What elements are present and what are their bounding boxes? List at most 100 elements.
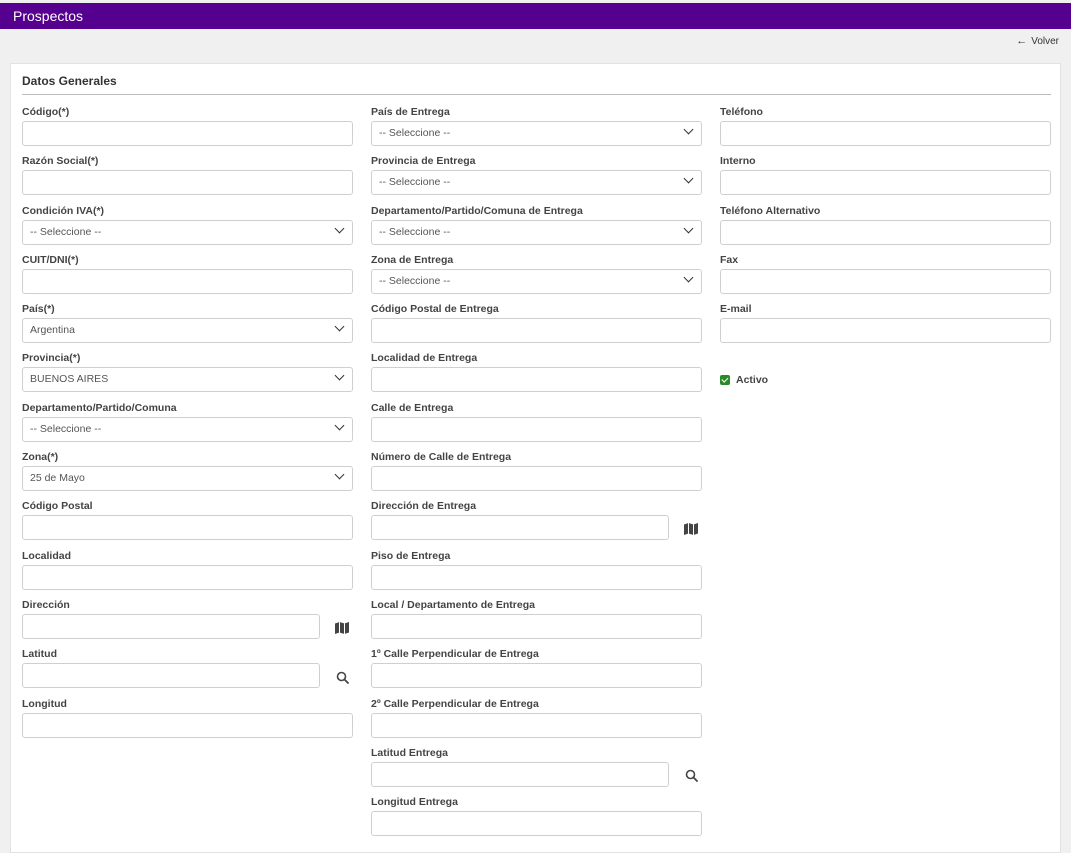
activo-checkbox[interactable] <box>720 375 730 385</box>
zona-label: Zona(*) <box>22 451 59 464</box>
fax-input[interactable] <box>720 268 1051 294</box>
direccion-entrega-label: Dirección de Entrega <box>371 500 477 513</box>
field-interno: Interno <box>720 155 1051 204</box>
telefono-alternativo-input[interactable] <box>720 219 1051 245</box>
pais-entrega-label: País de Entrega <box>371 106 450 118</box>
field-departamento: Departamento/Partido/Comuna -- Seleccion… <box>22 402 353 451</box>
chevron-down-icon <box>683 223 694 234</box>
codigo-input[interactable] <box>22 121 353 146</box>
piso-entrega-label: Piso de Entrega <box>371 549 451 562</box>
localidad-label: Localidad <box>22 549 72 562</box>
chevron-down-icon <box>683 272 694 283</box>
direccion-entrega-input[interactable] <box>371 515 669 541</box>
field-departamento-entrega: Departamento/Partido/Comuna de Entrega -… <box>371 205 702 254</box>
departamento-entrega-label: Departamento/Partido/Comuna de Entrega <box>371 204 583 217</box>
chevron-down-icon <box>334 321 345 332</box>
section-divider <box>22 94 1051 95</box>
departamento-value: -- Seleccione -- <box>30 422 102 435</box>
local-departamento-entrega-input[interactable] <box>371 613 702 639</box>
condicion-iva-value: -- Seleccione -- <box>30 225 102 238</box>
field-numero-calle-entrega: Número de Calle de Entrega <box>371 451 702 500</box>
longitud-label: Longitud <box>22 697 67 710</box>
departamento-entrega-select[interactable]: -- Seleccione -- <box>371 219 702 245</box>
calle-entrega-input[interactable] <box>371 416 702 442</box>
search-icon[interactable] <box>680 765 702 787</box>
telefono-label: Teléfono <box>720 106 763 118</box>
provincia-value: BUENOS AIRES <box>30 373 109 386</box>
zona-entrega-label: Zona de Entrega <box>371 253 454 266</box>
pais-entrega-value: -- Seleccione -- <box>379 127 451 139</box>
field-codigo-postal-entrega: Código Postal de Entrega <box>371 303 702 352</box>
provincia-label: Provincia(*) <box>22 352 81 365</box>
calle-perpendicular-1-label: 1º Calle Perpendicular de Entrega <box>371 648 539 661</box>
back-button[interactable]: ← Volver <box>1016 35 1059 47</box>
chevron-down-icon <box>334 223 345 234</box>
page-header: Prospectos <box>0 3 1071 29</box>
codigo-postal-entrega-input[interactable] <box>371 318 702 344</box>
chevron-down-icon <box>334 371 345 381</box>
latitud-entrega-input[interactable] <box>371 761 669 787</box>
provincia-entrega-select[interactable]: -- Seleccione -- <box>371 170 702 196</box>
pais-value: Argentina <box>30 324 75 337</box>
map-icon[interactable] <box>680 518 702 540</box>
telefono-input[interactable] <box>720 121 1051 146</box>
direccion-input[interactable] <box>22 613 320 639</box>
field-longitud: Longitud <box>22 698 353 747</box>
piso-entrega-input[interactable] <box>371 564 702 590</box>
local-departamento-entrega-label: Local / Departamento de Entrega <box>371 598 535 611</box>
departamento-select[interactable]: -- Seleccione -- <box>22 416 353 442</box>
razon-social-input[interactable] <box>22 170 353 196</box>
field-cuit-dni: CUIT/DNI(*) <box>22 254 353 303</box>
codigo-label: Código(*) <box>22 106 70 118</box>
back-label: Volver <box>1031 36 1059 47</box>
departamento-label: Departamento/Partido/Comuna <box>22 401 177 414</box>
condicion-iva-select[interactable]: -- Seleccione -- <box>22 219 353 245</box>
email-input[interactable] <box>720 318 1051 344</box>
field-local-departamento-entrega: Local / Departamento de Entrega <box>371 599 702 648</box>
calle-perpendicular-2-label: 2º Calle Perpendicular de Entrega <box>371 697 539 710</box>
zona-entrega-select[interactable]: -- Seleccione -- <box>371 268 702 294</box>
field-zona: Zona(*) 25 de Mayo <box>22 451 353 500</box>
map-icon[interactable] <box>331 617 353 639</box>
field-zona-entrega: Zona de Entrega -- Seleccione -- <box>371 254 702 303</box>
zona-select[interactable]: 25 de Mayo <box>22 466 353 492</box>
longitud-input[interactable] <box>22 712 353 738</box>
search-icon[interactable] <box>331 666 353 688</box>
field-calle-perpendicular-2: 2º Calle Perpendicular de Entrega <box>371 698 702 747</box>
field-telefono: Teléfono <box>720 106 1051 155</box>
field-fax: Fax <box>720 254 1051 303</box>
provincia-entrega-value: -- Seleccione -- <box>379 176 451 189</box>
activo-toggle[interactable]: Activo <box>720 374 768 386</box>
pais-select[interactable]: Argentina <box>22 318 353 344</box>
calle-perpendicular-2-input[interactable] <box>371 712 702 738</box>
arrow-left-icon: ← <box>1016 35 1028 47</box>
latitud-label: Latitud <box>22 648 57 661</box>
codigo-postal-input[interactable] <box>22 515 353 541</box>
latitud-input[interactable] <box>22 663 320 689</box>
provincia-entrega-label: Provincia de Entrega <box>371 155 476 168</box>
longitud-entrega-input[interactable] <box>371 811 702 837</box>
razon-social-label: Razón Social(*) <box>22 155 99 168</box>
localidad-entrega-input[interactable] <box>371 367 702 393</box>
cuit-dni-label: CUIT/DNI(*) <box>22 253 79 266</box>
field-razon-social: Razón Social(*) <box>22 155 353 204</box>
field-codigo-postal: Código Postal <box>22 500 353 549</box>
field-calle-perpendicular-1: 1º Calle Perpendicular de Entrega <box>371 648 702 697</box>
interno-input[interactable] <box>720 170 1051 196</box>
cuit-dni-input[interactable] <box>22 268 353 294</box>
direccion-label: Dirección <box>22 598 70 611</box>
pais-entrega-select[interactable]: -- Seleccione -- <box>371 121 702 146</box>
calle-perpendicular-1-input[interactable] <box>371 663 702 689</box>
chevron-down-icon <box>683 173 694 184</box>
localidad-input[interactable] <box>22 564 353 590</box>
form-column-delivery: País de Entrega -- Seleccione -- Provinc… <box>371 106 702 845</box>
latitud-entrega-label: Latitud Entrega <box>371 746 449 759</box>
field-telefono-alternativo: Teléfono Alternativo <box>720 205 1051 254</box>
numero-calle-entrega-input[interactable] <box>371 466 702 492</box>
interno-label: Interno <box>720 155 756 168</box>
field-pais-entrega: País de Entrega -- Seleccione -- <box>371 106 702 155</box>
field-latitud: Latitud <box>22 648 353 697</box>
provincia-select[interactable]: BUENOS AIRES <box>22 367 353 393</box>
field-localidad: Localidad <box>22 550 353 599</box>
field-latitud-entrega: Latitud Entrega <box>371 747 702 796</box>
